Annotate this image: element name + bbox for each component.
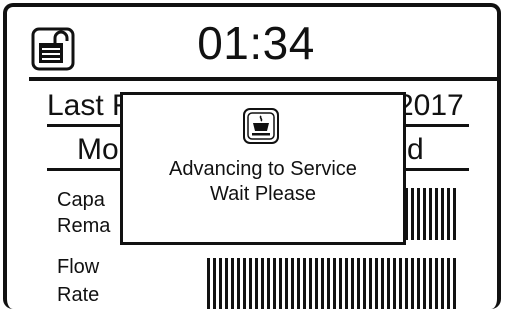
- bar-segment: [363, 258, 366, 309]
- bar-segment: [285, 258, 288, 309]
- bar-segment: [279, 258, 282, 309]
- flow-label: Flow: [57, 256, 100, 278]
- bar-segment: [423, 258, 426, 309]
- bar-segment: [261, 258, 264, 309]
- bar-segment: [243, 258, 246, 309]
- display-screen: 01:34 Last R 2017 Mo d Capa Rema Flow Ra…: [3, 3, 501, 309]
- bar-segment: [441, 258, 444, 309]
- bar-segment: [435, 258, 438, 309]
- mode-row-value: d: [407, 133, 424, 166]
- bar-segment: [333, 258, 336, 309]
- bar-segment: [411, 188, 414, 240]
- bar-segment: [411, 258, 414, 309]
- last-row-year: 2017: [397, 89, 464, 122]
- mode-row-label: Mo: [77, 133, 119, 166]
- bar-segment: [435, 188, 438, 240]
- remaining-label: Rema: [57, 215, 111, 237]
- bar-segment: [309, 258, 312, 309]
- bar-segment: [291, 258, 294, 309]
- bar-segment: [249, 258, 252, 309]
- bar-segment: [429, 188, 432, 240]
- bar-segment: [405, 258, 408, 309]
- bar-segment: [225, 258, 228, 309]
- bar-segment: [273, 258, 276, 309]
- bar-segment: [351, 258, 354, 309]
- rate-label: Rate: [57, 284, 100, 306]
- bar-segment: [255, 258, 258, 309]
- bar-segment: [237, 258, 240, 309]
- bar-segment: [399, 258, 402, 309]
- bar-segment: [345, 258, 348, 309]
- bar-segment: [231, 258, 234, 309]
- bar-segment: [393, 258, 396, 309]
- capacity-bar-graph: [399, 188, 456, 240]
- bar-segment: [327, 258, 330, 309]
- clock-display: 01:34: [197, 17, 315, 69]
- bar-segment: [369, 258, 372, 309]
- bar-segment: [441, 188, 444, 240]
- dialog-message-line2: Wait Please: [210, 183, 316, 205]
- bar-segment: [417, 188, 420, 240]
- bar-segment: [375, 258, 378, 309]
- bar-segment: [429, 258, 432, 309]
- bar-segment: [207, 258, 210, 309]
- header-divider: [29, 77, 497, 81]
- bar-segment: [423, 188, 426, 240]
- bar-segment: [339, 258, 342, 309]
- service-dialog: Advancing to Service Wait Please: [120, 92, 406, 245]
- bar-segment: [417, 258, 420, 309]
- bar-segment: [213, 258, 216, 309]
- bar-segment: [357, 258, 360, 309]
- bar-segment: [387, 258, 390, 309]
- bar-segment: [303, 258, 306, 309]
- bar-segment: [321, 258, 324, 309]
- bar-segment: [219, 258, 222, 309]
- bar-segment: [447, 258, 450, 309]
- flow-rate-bar-graph: [207, 258, 456, 309]
- bar-segment: [267, 258, 270, 309]
- bar-segment: [447, 188, 450, 240]
- service-cup-icon: [243, 108, 279, 144]
- capacity-label: Capa: [57, 189, 105, 211]
- bar-segment: [315, 258, 318, 309]
- bar-segment: [453, 188, 456, 240]
- bar-segment: [453, 258, 456, 309]
- bar-segment: [381, 258, 384, 309]
- dialog-message-line1: Advancing to Service: [169, 158, 357, 180]
- bar-segment: [297, 258, 300, 309]
